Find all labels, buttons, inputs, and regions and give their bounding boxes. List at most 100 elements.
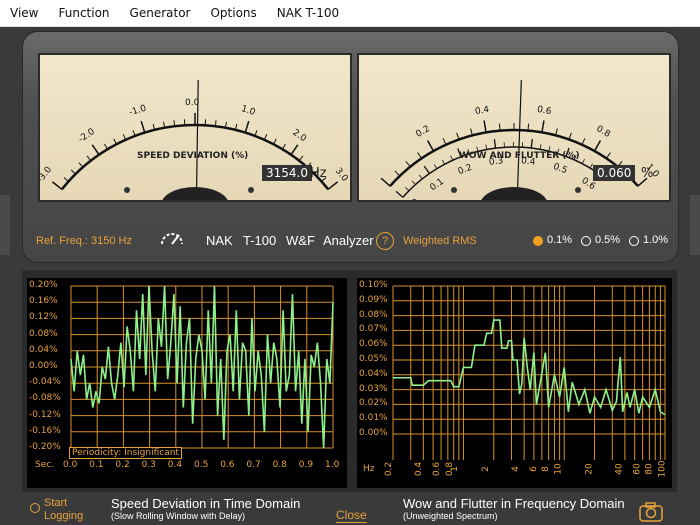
meter-title: SPEED DEVIATION (%)	[137, 151, 249, 161]
y-tick-label: 0.16%	[29, 296, 58, 307]
readout-unit: %	[641, 166, 654, 181]
x-tick-label: 0.4	[414, 461, 425, 477]
dial-tick-inner	[418, 174, 423, 180]
dial-tick	[527, 123, 530, 131]
menu-options[interactable]: Options	[200, 0, 266, 26]
range-label: 0.1%	[547, 234, 573, 246]
meter-title: WOW AND FLUTTER (%)	[459, 151, 580, 161]
help-button[interactable]: ?	[376, 232, 394, 250]
wow-flutter-spectrum-plot	[392, 285, 666, 460]
menu-nak-t100[interactable]: NAK T-100	[267, 0, 349, 26]
y-tick-label: 0.04%	[359, 368, 388, 379]
x-tick-label: 0.9	[298, 460, 314, 470]
x-tick-label: 0.7	[246, 460, 261, 470]
weighting-label[interactable]: Weighted RMS	[403, 235, 477, 247]
ref-freq-label: Ref. Freq.: 3150 Hz	[36, 235, 132, 247]
y-tick-label: 0.08%	[359, 309, 388, 320]
x-tick-label: 0.1	[89, 460, 104, 470]
dial-tick-inner	[450, 155, 454, 161]
wow-flutter-readout: 0.060	[593, 165, 636, 181]
meter-screw-left	[124, 187, 130, 193]
x-tick-label: 6	[528, 466, 539, 472]
menu-generator[interactable]: Generator	[120, 0, 201, 26]
x-tick-label: 100	[657, 460, 668, 478]
range-label: 1.0%	[643, 234, 669, 246]
periodicity-label: Periodicity: Insignificant	[69, 447, 182, 459]
dial-tick-inner	[395, 190, 404, 198]
dial-tick-inner	[581, 159, 585, 164]
y-tick-label: 0.09%	[359, 294, 388, 305]
speed-deviation-meter: -3.0 -2.0 -1.0 0.0 1.0 2.0 3.0 SPEED DEVIATION…	[38, 53, 352, 202]
dial-tick	[606, 152, 611, 159]
dial-tick	[173, 120, 176, 127]
y-tick-label: -0.04%	[29, 377, 61, 388]
y-tick-label: 0.02%	[359, 398, 388, 409]
camera-icon[interactable]	[638, 501, 664, 523]
y-tick-label: -0.20%	[29, 442, 61, 452]
x-tick-label: 0.2	[115, 460, 130, 470]
radio-icon	[30, 503, 40, 513]
x-tick-label: 0.3	[141, 460, 156, 470]
x-tick-label: 0.0	[63, 460, 78, 470]
dial-tick	[483, 120, 487, 133]
dial-tick	[113, 138, 117, 145]
y-tick-label: -0.12%	[29, 409, 61, 420]
dial-tick	[541, 120, 545, 133]
y-tick-label: 0.03%	[359, 383, 388, 394]
dial-tick	[140, 120, 146, 133]
x-axis-unit: Sec.	[35, 460, 55, 470]
dial-tick-inner	[539, 144, 542, 150]
wow-flutter-graph: 0.10% 0.09% 0.08% 0.07% 0.06% 0.05% 0.04% 0.03%…	[357, 278, 672, 488]
meter-screw-left	[451, 187, 457, 193]
dial-tick	[298, 155, 304, 162]
dial-tick	[51, 181, 63, 190]
x-tick-label: 20	[584, 463, 595, 475]
x-tick-label: 0.5	[194, 460, 209, 470]
dial-tick	[568, 132, 572, 140]
menu-function[interactable]: Function	[48, 0, 119, 26]
frequency-readout: 3154.0	[262, 165, 312, 181]
dial-tick	[417, 152, 422, 159]
x-tick-label: 0.2	[384, 461, 395, 477]
dial-scale-label: 0.4	[473, 104, 490, 117]
dial-tick-inner	[433, 164, 438, 169]
menu-view[interactable]: View	[0, 0, 48, 26]
left-side-bracket	[0, 195, 10, 255]
x-tick-label: 10	[553, 463, 564, 475]
start-logging-button[interactable]: Start Logging	[30, 497, 100, 525]
analyzer-label: Analyzer	[323, 233, 374, 248]
radio-icon	[629, 236, 639, 246]
left-graph-subtitle: (Slow Rolling Window with Delay)	[111, 511, 246, 521]
dial-scale-label: 0.0	[185, 98, 200, 108]
range-label: 0.5%	[595, 234, 621, 246]
dial-scale-label: 0.6	[536, 104, 553, 117]
start-logging-label-line1: Start	[44, 497, 68, 509]
y-tick-label: 0.12%	[29, 312, 58, 323]
y-tick-label: 0.00%	[29, 361, 58, 371]
dial-tick-inner	[423, 165, 430, 174]
info-row: Ref. Freq.: 3150 Hz NAK T-100 W&F Analyz…	[22, 228, 677, 256]
dial-tick-inner	[485, 144, 488, 150]
x-tick-label: 4	[510, 466, 521, 472]
x-tick-label: 40	[614, 463, 625, 475]
x-tick-label: 1	[450, 466, 461, 472]
model-label: T-100	[243, 233, 277, 248]
wf-label: W&F	[286, 233, 315, 248]
left-graph-title: Speed Deviation in Time Domain	[111, 496, 301, 511]
dial-tick	[380, 177, 391, 187]
dial-tick-inner	[493, 139, 497, 149]
dial-tick	[70, 169, 76, 175]
x-tick-label: 60	[632, 463, 643, 475]
right-graph-title: Wow and Flutter in Frequency Domain	[403, 496, 625, 511]
dial-tick	[581, 138, 586, 145]
close-button[interactable]: Close	[336, 508, 367, 523]
wow-flutter-series	[393, 319, 666, 416]
speed-deviation-graph: 0.20% 0.16% 0.12% 0.08% 0.04% 0.00% -0.04% -0.0…	[27, 278, 347, 488]
dial-tick	[63, 177, 69, 182]
x-tick-label: 1.0	[325, 460, 340, 470]
y-tick-label: 0.06%	[359, 339, 388, 350]
nak-logo-icon	[161, 233, 183, 245]
x-axis-unit: Hz	[363, 464, 375, 474]
wow-flutter-meter: 0.20.40.60.81.00.00.10.20.30.40.50.6 WOW…	[357, 53, 671, 202]
dial-tick	[273, 138, 277, 145]
